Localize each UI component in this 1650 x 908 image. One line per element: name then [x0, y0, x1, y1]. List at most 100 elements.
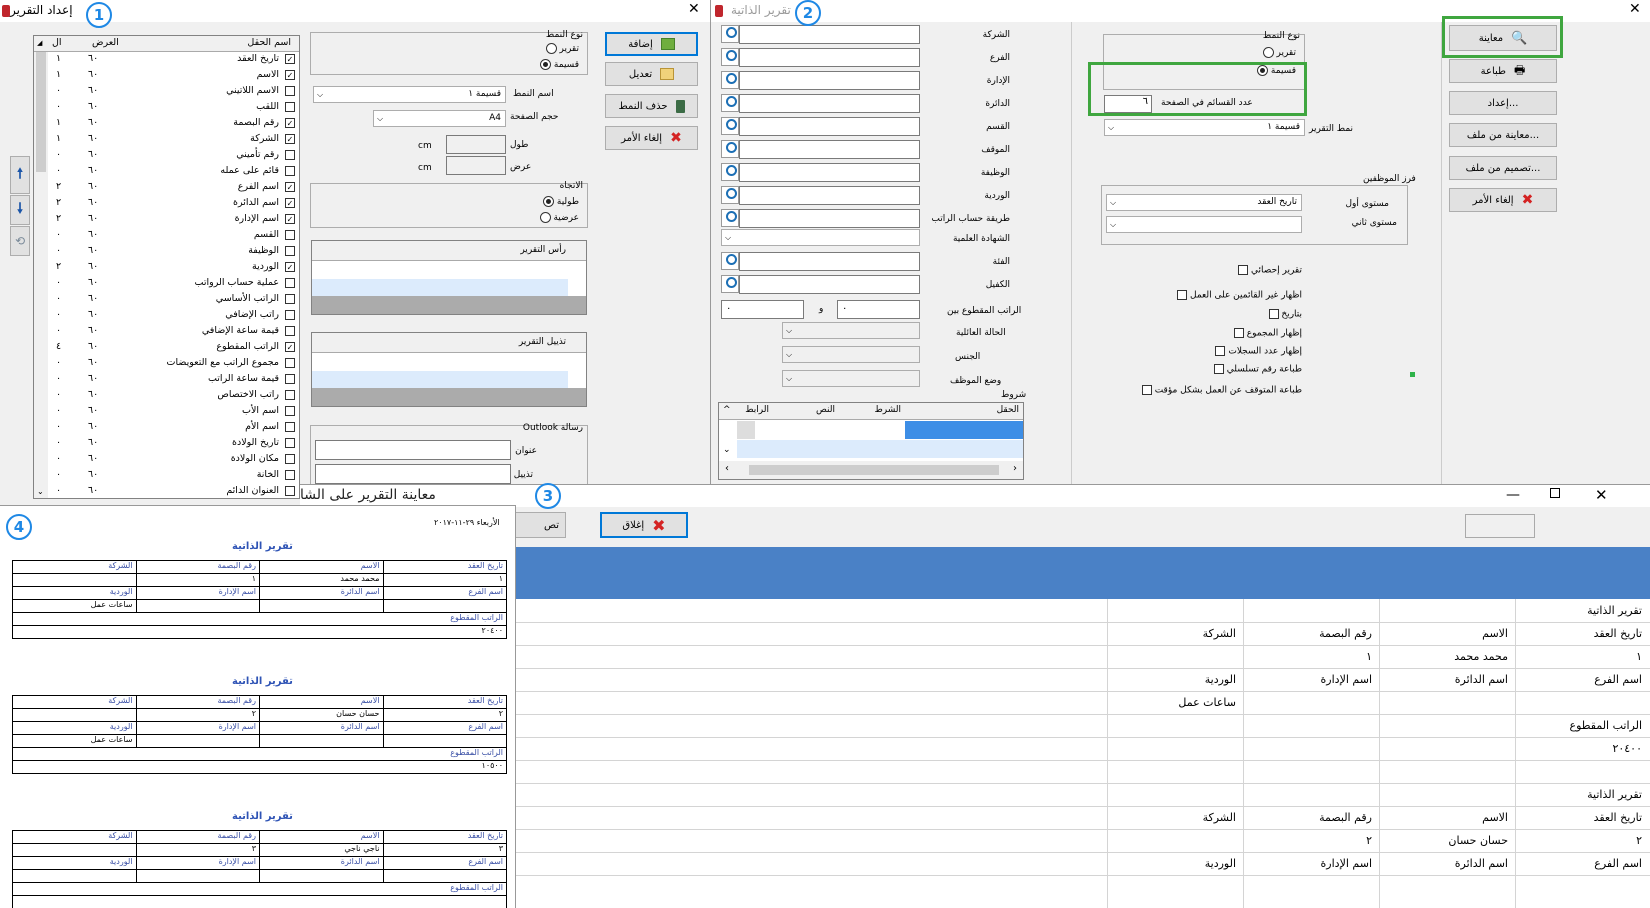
preview-from-file-button[interactable]: معاينة من ملف...	[1449, 123, 1557, 147]
search-icon[interactable]	[721, 117, 739, 135]
col-order[interactable]: ال	[52, 37, 62, 48]
scroll-down-icon[interactable]: ⌄	[723, 445, 731, 455]
field-checkbox[interactable]	[285, 454, 295, 464]
minimize-icon[interactable]: —	[1506, 487, 1520, 503]
field-row[interactable]: اسم الأم ٦٠ ٠	[48, 420, 299, 435]
width-input[interactable]	[446, 156, 506, 175]
field-checkbox[interactable]	[285, 294, 295, 304]
filter-select[interactable]: ⌵	[721, 229, 920, 246]
filter-input[interactable]	[739, 252, 920, 271]
cancel-button[interactable]: إلغاء الأمر ✖	[605, 126, 698, 150]
close-icon[interactable]: ✕	[1629, 1, 1641, 17]
filter-input[interactable]	[739, 71, 920, 90]
scroll-down-icon[interactable]: ⌄	[37, 487, 44, 496]
field-row[interactable]: ✓ الشركة ٦٠ ١	[48, 132, 299, 147]
search-icon[interactable]	[721, 163, 739, 181]
option-checkbox[interactable]: إظهار عدد السجلات	[1215, 346, 1302, 357]
field-row[interactable]: ✓ تاريخ العقد ٦٠ ١	[48, 52, 299, 67]
field-checkbox[interactable]	[285, 438, 295, 448]
field-checkbox[interactable]	[285, 406, 295, 416]
pattern-name-select[interactable]: قسيمة ١ ⌵	[313, 86, 506, 103]
salary-to-input[interactable]: ٠	[721, 300, 804, 319]
field-checkbox[interactable]	[285, 278, 295, 288]
filter-input[interactable]	[739, 186, 920, 205]
field-row[interactable]: ✓ الاسم ٦٠ ١	[48, 68, 299, 83]
radio-report-circle[interactable]	[1262, 47, 1274, 58]
field-checkbox[interactable]	[285, 358, 295, 368]
field-checkbox[interactable]: ✓	[285, 198, 295, 208]
header-grid-selected-row[interactable]	[312, 279, 568, 297]
field-row[interactable]: الوظيفة ٦٠ ٠	[48, 244, 299, 259]
field-checkbox[interactable]	[285, 102, 295, 112]
field-row[interactable]: ✓ اسم الفرع ٦٠ ٢	[48, 180, 299, 195]
filter-input[interactable]	[739, 94, 920, 113]
cond-col-link[interactable]: الرابط	[745, 405, 769, 415]
cond-col-condition[interactable]: الشرط	[874, 405, 901, 415]
field-checkbox[interactable]	[285, 86, 295, 96]
field-checkbox[interactable]	[285, 230, 295, 240]
cancel-button[interactable]: إلغاء الأمر ✖	[1449, 188, 1557, 212]
field-row[interactable]: قيمة ساعة الإضافي ٦٠ ٠	[48, 324, 299, 339]
search-icon[interactable]	[721, 25, 739, 43]
close-preview-button[interactable]: إغلاق ✖	[600, 512, 688, 538]
field-checkbox[interactable]: ✓	[285, 134, 295, 144]
field-row[interactable]: ✓ الراتب المقطوع ٦٠ ٤	[48, 340, 299, 355]
filter-input[interactable]	[739, 163, 920, 182]
length-input[interactable]	[446, 135, 506, 154]
field-row[interactable]: مجموع الراتب مع التعويضات ٦٠ ٠	[48, 356, 299, 371]
gender-select[interactable]: ⌵	[782, 346, 920, 363]
report-footer-grid[interactable]: تذييل التقرير	[311, 332, 587, 407]
field-row[interactable]: الخانة ٦٠ ٠	[48, 468, 299, 483]
field-row[interactable]: ✓ الوردية ٦٠ ٢	[48, 260, 299, 275]
field-row[interactable]: العنوان الدائم ٦٠ ٠	[48, 484, 299, 499]
field-checkbox[interactable]: ✓	[285, 70, 295, 80]
close-icon[interactable]: ✕	[688, 1, 700, 17]
field-row[interactable]: مكان الولادة ٦٠ ٠	[48, 452, 299, 467]
field-row[interactable]: ✓ رقم البصمة ٦٠ ١	[48, 116, 299, 131]
cond-col-text[interactable]: النص	[816, 405, 835, 415]
field-row[interactable]: راتب الاختصاص ٦٠ ٠	[48, 388, 299, 403]
checkbox-box[interactable]	[1268, 309, 1279, 319]
field-checkbox[interactable]	[285, 422, 295, 432]
radio-portrait-circle[interactable]	[543, 196, 555, 207]
scroll-up-icon[interactable]: ^	[723, 405, 731, 415]
cond-row[interactable]	[737, 421, 1023, 439]
radio-portrait[interactable]: طولية	[543, 196, 579, 207]
search-icon[interactable]	[721, 140, 739, 158]
checkbox-box[interactable]	[1141, 385, 1152, 395]
checkbox-box[interactable]	[1177, 290, 1188, 300]
radio-coupon[interactable]: قسيمة	[540, 59, 579, 70]
field-checkbox[interactable]	[285, 374, 295, 384]
field-checkbox[interactable]: ✓	[285, 262, 295, 272]
search-icon[interactable]	[721, 48, 739, 66]
radio-report-circle[interactable]	[545, 43, 557, 54]
field-row[interactable]: الاسم اللاتيني ٦٠ ٠	[48, 84, 299, 99]
grid-scrollbar[interactable]: ⌄	[34, 52, 48, 498]
close-icon[interactable]: ✕	[1595, 486, 1608, 504]
family-status-select[interactable]: ⌵	[782, 322, 920, 339]
field-row[interactable]: ✓ اسم الدائرة ٦٠ ٢	[48, 196, 299, 211]
option-checkbox[interactable]: بتاريخ	[1268, 309, 1302, 320]
checkbox-box[interactable]	[1213, 364, 1224, 374]
move-down-button[interactable]: 🠗	[10, 195, 30, 225]
field-row[interactable]: قيمة ساعة الراتب ٦٠ ٠	[48, 372, 299, 387]
cond-hscroll[interactable]: ‹ ›	[719, 461, 1023, 479]
checkbox-box[interactable]	[1233, 328, 1244, 338]
field-row[interactable]: عملية حساب الرواتب ٦٠ ٠	[48, 276, 299, 291]
field-checkbox[interactable]	[285, 470, 295, 480]
level2-select[interactable]: ⌵	[1106, 216, 1302, 233]
col-field-name[interactable]: اسم الحقل	[247, 37, 291, 48]
field-row[interactable]: القسم ٦٠ ٠	[48, 228, 299, 243]
checkbox-box[interactable]	[1238, 265, 1249, 275]
field-checkbox[interactable]: ✓	[285, 118, 295, 128]
col-width[interactable]: العرض	[92, 37, 119, 48]
field-row[interactable]: اللقب ٦٠ ٠	[48, 100, 299, 115]
search-icon[interactable]	[721, 209, 739, 227]
field-checkbox[interactable]: ✓	[285, 214, 295, 224]
radio-landscape-circle[interactable]	[539, 212, 551, 223]
field-checkbox[interactable]	[285, 310, 295, 320]
option-checkbox[interactable]: طباعة المتوقف عن العمل بشكل مؤقت	[1141, 385, 1302, 396]
option-checkbox[interactable]: إظهار المجموع	[1233, 328, 1302, 339]
setup-button[interactable]: إعداد...	[1449, 91, 1557, 115]
cond-col-field[interactable]: الحقل	[997, 405, 1019, 415]
